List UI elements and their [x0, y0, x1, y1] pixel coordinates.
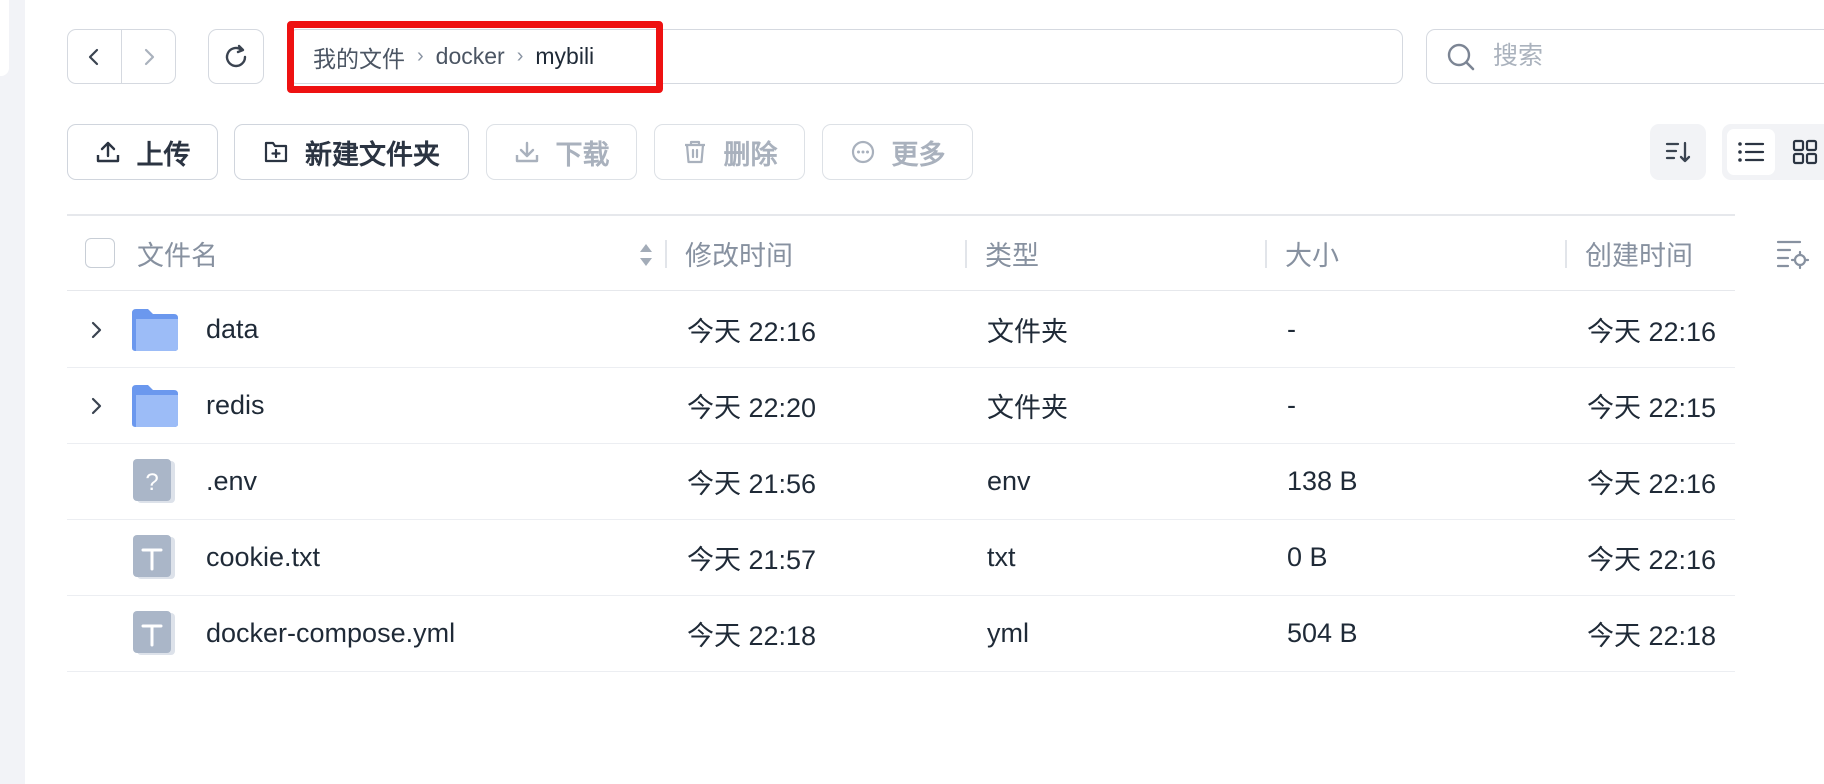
grid-view-button[interactable] [1781, 129, 1824, 175]
created-time: 今天 22:18 [1587, 621, 1717, 651]
file-type: yml [987, 618, 1029, 648]
file-size: - [1287, 390, 1296, 420]
modified-time: 今天 22:20 [687, 393, 817, 423]
created-time: 今天 22:16 [1587, 469, 1717, 499]
file-name[interactable]: .env [206, 444, 257, 519]
column-settings-icon[interactable] [1776, 236, 1810, 270]
sort-button[interactable] [1650, 124, 1706, 180]
list-icon [1738, 142, 1765, 162]
created-time: 今天 22:15 [1587, 393, 1717, 423]
upload-label: 上传 [136, 139, 191, 170]
chevron-right-icon [144, 48, 154, 65]
column-header-modified-label: 修改时间 [685, 240, 793, 271]
back-button[interactable] [68, 30, 121, 83]
modified-time: 今天 21:56 [687, 469, 817, 499]
text-file-icon [133, 535, 175, 579]
column-header-size[interactable]: 大小 [1285, 216, 1339, 290]
new-folder-icon [264, 141, 288, 163]
table-row[interactable]: docker-compose.yml 今天 22:18 yml 504 B 今天… [67, 596, 1735, 672]
file-type: txt [987, 542, 1016, 572]
expand-toggle[interactable] [89, 292, 103, 367]
column-header-name[interactable]: 文件名 [137, 216, 218, 290]
file-size: 504 B [1287, 618, 1358, 648]
column-header-created[interactable]: 创建时间 [1585, 216, 1693, 290]
list-view-button[interactable] [1727, 129, 1775, 175]
column-separator[interactable] [965, 240, 967, 268]
file-type: 文件夹 [987, 393, 1068, 423]
file-name[interactable]: cookie.txt [206, 520, 320, 595]
trash-icon [684, 140, 705, 164]
download-button[interactable]: 下载 [486, 124, 637, 180]
chevron-right-icon [91, 397, 102, 414]
folder-icon [132, 309, 178, 351]
search-icon [1447, 43, 1475, 70]
file-size: - [1287, 314, 1296, 344]
modified-time: 今天 22:16 [687, 317, 817, 347]
column-header-type-label: 类型 [985, 240, 1039, 271]
created-time: 今天 22:16 [1587, 545, 1717, 575]
sort-icon [1665, 141, 1691, 163]
left-rail [0, 0, 25, 784]
column-header-size-label: 大小 [1285, 240, 1339, 271]
column-separator[interactable] [1265, 240, 1267, 268]
table-row[interactable]: ? .env 今天 21:56 env 138 B 今天 22:16 [67, 444, 1735, 520]
search-box [1426, 29, 1824, 84]
file-size: 138 B [1287, 466, 1358, 496]
more-button[interactable]: 更多 [822, 124, 973, 180]
table-header: 文件名 修改时间 类型 大小 创建时间 [67, 216, 1735, 291]
file-type: 文件夹 [987, 317, 1068, 347]
file-size: 0 B [1287, 542, 1328, 572]
sort-toggle-icon[interactable] [638, 240, 654, 270]
column-separator[interactable] [1565, 240, 1567, 268]
view-mode-toggle [1722, 124, 1824, 180]
file-type: env [987, 466, 1031, 496]
new-folder-label: 新建文件夹 [305, 139, 440, 170]
grid-icon [1792, 139, 1818, 165]
file-name[interactable]: data [206, 292, 259, 367]
forward-button[interactable] [122, 30, 175, 83]
history-nav-group [67, 29, 176, 84]
column-header-type[interactable]: 类型 [985, 216, 1039, 290]
unknown-file-icon: ? [133, 459, 175, 503]
download-label: 下载 [555, 139, 610, 170]
column-separator[interactable] [665, 240, 667, 268]
modified-time: 今天 22:18 [687, 621, 817, 651]
column-header-modified[interactable]: 修改时间 [685, 216, 793, 290]
download-icon [515, 141, 538, 163]
text-file-icon [133, 611, 175, 655]
upload-button[interactable]: 上传 [67, 124, 218, 180]
highlight-box [287, 21, 663, 93]
table-row[interactable]: cookie.txt 今天 21:57 txt 0 B 今天 22:16 [67, 520, 1735, 596]
table-row[interactable]: redis 今天 22:20 文件夹 - 今天 22:15 [67, 368, 1735, 444]
refresh-icon [225, 44, 247, 67]
select-all-checkbox[interactable] [85, 238, 115, 268]
expand-toggle[interactable] [89, 368, 103, 443]
svg-text:?: ? [145, 469, 158, 496]
folder-icon [132, 385, 178, 427]
new-folder-button[interactable]: 新建文件夹 [234, 124, 469, 180]
search-input[interactable] [1491, 41, 1795, 72]
left-rail-stub [0, 0, 9, 76]
file-name[interactable]: redis [206, 368, 265, 443]
created-time: 今天 22:16 [1587, 317, 1717, 347]
chevron-right-icon [91, 321, 102, 338]
file-name[interactable]: docker-compose.yml [206, 596, 455, 671]
table-row[interactable]: data 今天 22:16 文件夹 - 今天 22:16 [67, 292, 1735, 368]
column-header-created-label: 创建时间 [1585, 240, 1693, 271]
delete-label: 删除 [723, 139, 778, 170]
upload-icon [96, 141, 119, 163]
delete-button[interactable]: 删除 [654, 124, 805, 180]
refresh-button[interactable] [208, 29, 264, 84]
modified-time: 今天 21:57 [687, 545, 817, 575]
column-header-name-label: 文件名 [137, 240, 218, 271]
more-icon [851, 140, 874, 164]
chevron-left-icon [89, 48, 99, 65]
more-label: 更多 [891, 139, 946, 170]
